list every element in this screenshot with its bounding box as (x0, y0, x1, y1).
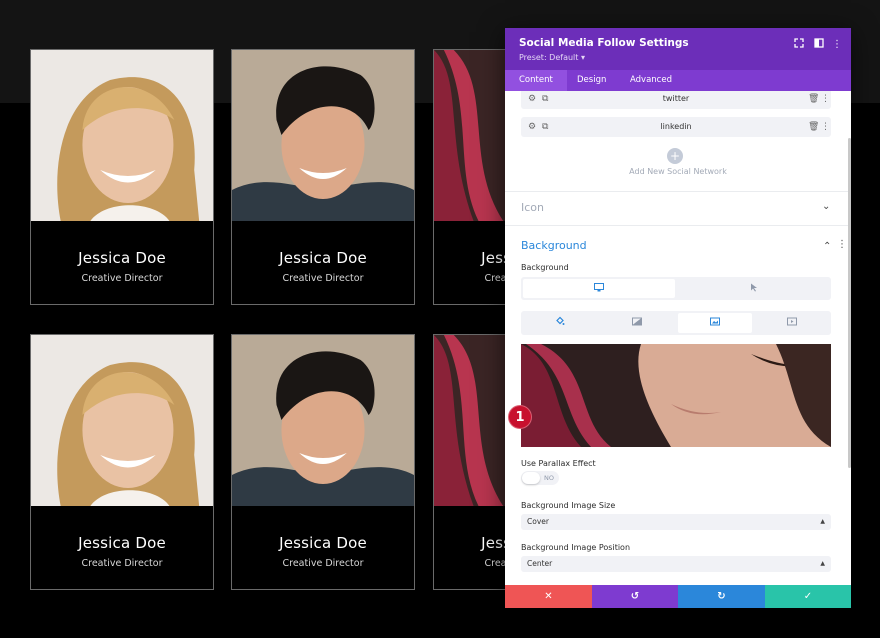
parallax-toggle[interactable]: NO (521, 471, 559, 485)
background-type-switcher (521, 311, 831, 335)
add-network-button[interactable]: Add New Social Network (505, 167, 851, 176)
columns-icon[interactable] (812, 38, 826, 52)
background-label: Background (521, 263, 569, 272)
paint-bucket-icon[interactable] (555, 317, 565, 330)
gradient-icon[interactable] (632, 318, 642, 329)
more-vertical-icon[interactable]: ⋮ (821, 120, 830, 134)
card-role: Creative Director (31, 273, 213, 284)
desktop-tab[interactable] (523, 279, 675, 298)
modal-tabs: Content Design Advanced (505, 70, 851, 91)
chevron-updown-icon: ▲ (820, 514, 825, 530)
tab-content[interactable]: Content (505, 70, 567, 91)
divider (505, 191, 851, 192)
panel-scrollbar[interactable] (848, 138, 851, 468)
trash-icon[interactable]: 🗑 (808, 120, 819, 134)
section-icon-toggle[interactable]: Icon (521, 201, 544, 214)
video-icon[interactable] (787, 318, 797, 329)
chevron-up-icon[interactable]: ⌃ (823, 241, 831, 252)
card-body: Jessica Doe Creative Director (31, 506, 213, 590)
undo-icon: ↺ (631, 591, 639, 602)
modal-header: Social Media Follow Settings Preset: Def… (505, 28, 851, 70)
image-size-label: Background Image Size (521, 501, 615, 510)
more-vertical-icon[interactable]: ⋮ (837, 239, 847, 250)
device-switcher (521, 277, 831, 300)
card-name: Jessica Doe (232, 534, 414, 552)
card-body: Jessica Doe Creative Director (232, 506, 414, 590)
redo-button[interactable]: ↻ (678, 585, 765, 608)
image-position-select[interactable]: Center ▲ (521, 556, 831, 572)
more-vertical-icon[interactable]: ⋮ (830, 38, 844, 52)
background-image-preview[interactable] (521, 344, 831, 447)
toggle-knob (522, 472, 540, 484)
check-icon: ✓ (804, 591, 812, 602)
section-background-toggle[interactable]: Background (521, 239, 587, 252)
cancel-button[interactable]: ✕ (505, 585, 592, 608)
chevron-updown-icon: ▲ (820, 556, 825, 572)
settings-modal: Social Media Follow Settings Preset: Def… (505, 28, 851, 608)
image-position-label: Background Image Position (521, 543, 630, 552)
modal-title: Social Media Follow Settings (519, 37, 689, 49)
close-icon: ✕ (544, 591, 552, 602)
card-body: Jessica Doe Creative Director (31, 221, 213, 305)
portrait-photo-man (232, 335, 414, 506)
cursor-icon[interactable] (750, 282, 758, 295)
team-card: Jessica Doe Creative Director (231, 334, 415, 590)
expand-icon[interactable] (792, 38, 806, 52)
tab-advanced[interactable]: Advanced (616, 70, 686, 91)
more-vertical-icon[interactable]: ⋮ (821, 92, 830, 106)
card-role: Creative Director (31, 558, 213, 569)
select-value: Center (527, 556, 552, 572)
redo-icon: ↻ (717, 591, 725, 602)
modal-body: ⚙ ⧉ twitter 🗑 ⋮ ⚙ ⧉ linkedin 🗑 ⋮ + Add N… (505, 91, 851, 585)
card-role: Creative Director (232, 558, 414, 569)
undo-button[interactable]: ↺ (592, 585, 678, 608)
parallax-label: Use Parallax Effect (521, 459, 596, 468)
tab-design[interactable]: Design (563, 70, 620, 91)
card-role: Creative Director (232, 273, 414, 284)
card-name: Jessica Doe (232, 249, 414, 267)
chevron-down-icon[interactable]: ⌄ (822, 201, 830, 212)
portrait-photo-blonde (31, 50, 213, 221)
trash-icon[interactable]: 🗑 (808, 92, 819, 106)
image-icon (710, 318, 720, 329)
image-tab[interactable] (678, 313, 752, 333)
divider (505, 225, 851, 226)
portrait-photo-man (232, 50, 414, 221)
card-name: Jessica Doe (31, 249, 213, 267)
save-button[interactable]: ✓ (765, 585, 851, 608)
network-row-linkedin[interactable]: ⚙ ⧉ linkedin 🗑 ⋮ (521, 117, 831, 137)
team-card: Jessica Doe Creative Director (30, 334, 214, 590)
network-row-twitter[interactable]: ⚙ ⧉ twitter 🗑 ⋮ (521, 91, 831, 109)
select-value: Cover (527, 514, 549, 530)
network-label: linkedin (521, 117, 831, 137)
portrait-photo-blonde (31, 335, 213, 506)
preset-selector[interactable]: Preset: Default ▾ (519, 53, 585, 62)
toggle-state: NO (544, 471, 554, 485)
step-number-badge: 1 (508, 405, 532, 429)
team-card: Jessica Doe Creative Director (231, 49, 415, 305)
network-label: twitter (521, 91, 831, 109)
desktop-icon (594, 283, 604, 295)
modal-footer: ✕ ↺ ↻ ✓ (505, 585, 851, 608)
team-card: Jessica Doe Creative Director (30, 49, 214, 305)
plus-icon[interactable]: + (667, 148, 683, 164)
card-body: Jessica Doe Creative Director (232, 221, 414, 305)
image-size-select[interactable]: Cover ▲ (521, 514, 831, 530)
card-name: Jessica Doe (31, 534, 213, 552)
